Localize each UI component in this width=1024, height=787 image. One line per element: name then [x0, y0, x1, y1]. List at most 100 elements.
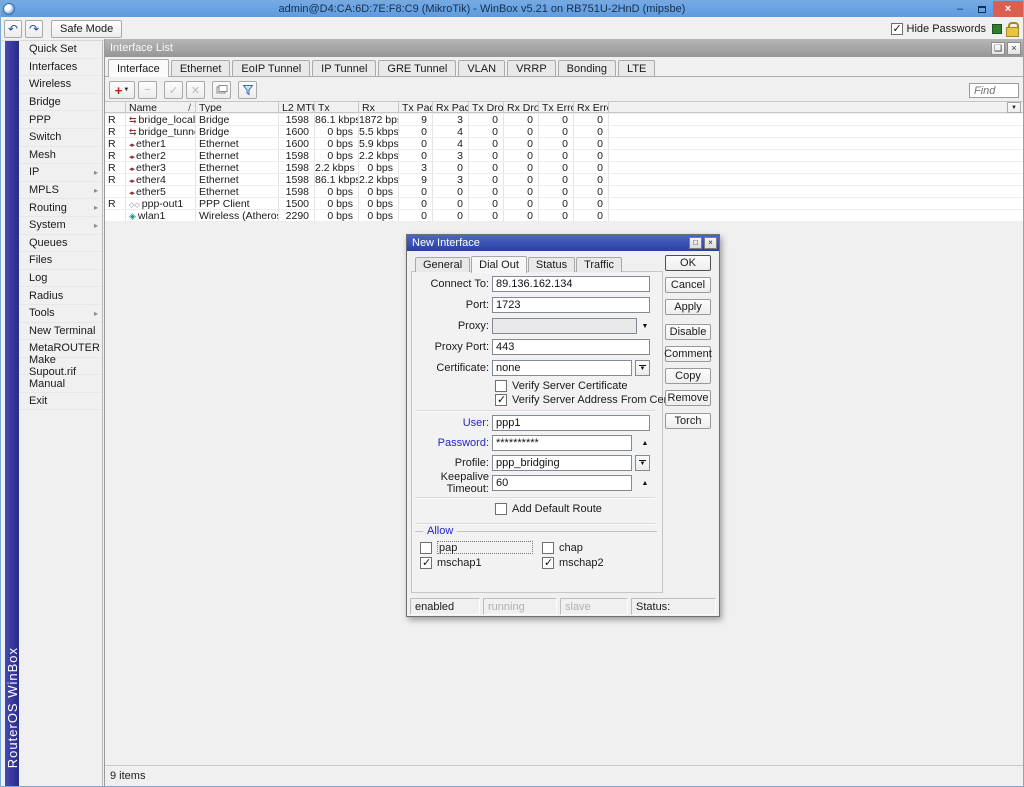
table-row[interactable]: R⇆bridge_tunnelBridge16000 bps5.5 kbps04…: [105, 126, 1023, 138]
close-button[interactable]: ×: [993, 1, 1023, 17]
dialog-tab-general[interactable]: General: [415, 257, 470, 272]
tab-bonding[interactable]: Bonding: [558, 60, 616, 76]
undo-button[interactable]: ↶: [4, 20, 22, 38]
proxy-combo[interactable]: [492, 318, 637, 334]
remove-button[interactable]: Remove: [665, 390, 711, 406]
cancel-button[interactable]: Cancel: [665, 277, 711, 293]
tab-gre-tunnel[interactable]: GRE Tunnel: [378, 60, 456, 76]
chap-checkbox[interactable]: [542, 542, 554, 554]
column-header-rx-pac[interactable]: Rx Pac...: [433, 102, 469, 112]
sidebar-item-routing[interactable]: Routing▸: [19, 199, 102, 217]
column-header-name[interactable]: Name/: [126, 102, 196, 112]
column-header-tx-drops[interactable]: Tx Drops: [469, 102, 504, 112]
table-row[interactable]: R⇆bridge_localBridge159886.1 kbps1872 bp…: [105, 114, 1023, 126]
add-interface-button[interactable]: +▼: [109, 81, 135, 99]
copy-button[interactable]: Copy: [665, 368, 711, 384]
tab-vlan[interactable]: VLAN: [458, 60, 505, 76]
column-header-state[interactable]: [105, 102, 126, 112]
port-input[interactable]: [492, 297, 650, 313]
sidebar-item-queues[interactable]: Queues: [19, 235, 102, 253]
column-selector-dropdown[interactable]: ▼: [1007, 102, 1021, 113]
sidebar-item-interfaces[interactable]: Interfaces: [19, 59, 102, 77]
sidebar-item-ip[interactable]: IP▸: [19, 164, 102, 182]
table-row[interactable]: R◂▸ether2Ethernet15980 bps2.2 kbps030000: [105, 150, 1023, 162]
hide-passwords-checkbox[interactable]: [891, 23, 903, 35]
column-header-tx-errors[interactable]: Tx Errors: [539, 102, 574, 112]
comment-button[interactable]: [212, 81, 231, 99]
column-header-rx-drops[interactable]: Rx Drops: [504, 102, 539, 112]
minimize-button[interactable]: –: [949, 1, 971, 17]
sidebar-item-quick-set[interactable]: Quick Set: [19, 41, 102, 59]
redo-button[interactable]: ↷: [25, 20, 43, 38]
remove-interface-button[interactable]: −: [138, 81, 157, 99]
sidebar-item-radius[interactable]: Radius: [19, 287, 102, 305]
sidebar-item-mpls[interactable]: MPLS▸: [19, 182, 102, 200]
enable-button[interactable]: ✓: [164, 81, 183, 99]
proxy-port-input[interactable]: [492, 339, 650, 355]
sidebar-item-system[interactable]: System▸: [19, 217, 102, 235]
sidebar-item-files[interactable]: Files: [19, 252, 102, 270]
sidebar-item-tools[interactable]: Tools▸: [19, 305, 102, 323]
pap-checkbox[interactable]: [420, 542, 432, 554]
column-header-tx[interactable]: Tx: [315, 102, 359, 112]
dialog-tab-status[interactable]: Status: [528, 257, 575, 272]
password-input[interactable]: [492, 435, 632, 451]
dialog-close-button[interactable]: ×: [704, 237, 717, 249]
sidebar-item-make-supout-rif[interactable]: Make Supout.rif: [19, 358, 102, 376]
dialog-tab-traffic[interactable]: Traffic: [576, 257, 622, 272]
sidebar-item-wireless[interactable]: Wireless: [19, 76, 102, 94]
column-header-rx-errors[interactable]: Rx Errors: [574, 102, 609, 112]
column-header-rx[interactable]: Rx: [359, 102, 399, 112]
sidebar-item-new-terminal[interactable]: New Terminal: [19, 323, 102, 341]
column-header-l2-mtu[interactable]: L2 MTU: [279, 102, 315, 112]
restore-button[interactable]: [971, 1, 993, 17]
table-row[interactable]: R◂▸ether1Ethernet16000 bps5.9 kbps040000: [105, 138, 1023, 150]
column-header-type[interactable]: Type: [196, 102, 279, 112]
mschap1-checkbox[interactable]: [420, 557, 432, 569]
profile-input[interactable]: [492, 455, 632, 471]
dialog-maximize-button[interactable]: □: [689, 237, 702, 249]
tab-interface[interactable]: Interface: [108, 59, 169, 77]
sidebar-item-switch[interactable]: Switch: [19, 129, 102, 147]
user-input[interactable]: [492, 415, 650, 431]
profile-list-button[interactable]: ▼: [635, 455, 650, 471]
sidebar-item-bridge[interactable]: Bridge: [19, 94, 102, 112]
verify-addr-checkbox[interactable]: [495, 394, 507, 406]
sidebar-item-mesh[interactable]: Mesh: [19, 147, 102, 165]
comment-button[interactable]: Comment: [665, 346, 711, 362]
sidebar-item-exit[interactable]: Exit: [19, 393, 102, 411]
interface-list-restore-button[interactable]: ❑: [991, 42, 1005, 55]
table-row[interactable]: R◂▸ether4Ethernet159886.1 kbps2.2 kbps93…: [105, 174, 1023, 186]
certificate-input[interactable]: [492, 360, 632, 376]
table-row[interactable]: ◈wlan1Wireless (Atheros 11N)22900 bps0 b…: [105, 210, 1023, 222]
table-row[interactable]: R◇◇ppp-out1PPP Client15000 bps0 bps00000…: [105, 198, 1023, 210]
password-expand-icon[interactable]: ▲: [639, 440, 651, 447]
sidebar-item-log[interactable]: Log: [19, 270, 102, 288]
tab-lte[interactable]: LTE: [618, 60, 655, 76]
dialog-tab-dial-out[interactable]: Dial Out: [471, 256, 527, 273]
torch-button[interactable]: Torch: [665, 413, 711, 429]
mschap2-checkbox[interactable]: [542, 557, 554, 569]
apply-button[interactable]: Apply: [665, 299, 711, 315]
interface-list-close-button[interactable]: ×: [1007, 42, 1021, 55]
table-row[interactable]: ◂▸ether5Ethernet15980 bps0 bps000000: [105, 186, 1023, 198]
safe-mode-button[interactable]: Safe Mode: [51, 20, 122, 38]
column-header-tx-pac[interactable]: Tx Pac...: [399, 102, 433, 112]
table-row[interactable]: R◂▸ether3Ethernet15982.2 kbps0 bps300000: [105, 162, 1023, 174]
connect-to-input[interactable]: [492, 276, 650, 292]
keepalive-input[interactable]: [492, 475, 632, 491]
find-input[interactable]: [969, 83, 1019, 98]
tab-ethernet[interactable]: Ethernet: [171, 60, 231, 76]
tab-eoip-tunnel[interactable]: EoIP Tunnel: [232, 60, 310, 76]
sidebar-item-ppp[interactable]: PPP: [19, 111, 102, 129]
tab-vrrp[interactable]: VRRP: [507, 60, 556, 76]
ok-button[interactable]: OK: [665, 255, 711, 271]
verify-cert-checkbox[interactable]: [495, 380, 507, 392]
keepalive-expand-icon[interactable]: ▲: [639, 480, 651, 487]
filter-button[interactable]: [238, 81, 257, 99]
tab-ip-tunnel[interactable]: IP Tunnel: [312, 60, 376, 76]
disable-button[interactable]: ✕: [186, 81, 205, 99]
proxy-dropdown-icon[interactable]: ▼: [639, 323, 651, 330]
add-default-route-checkbox[interactable]: [495, 503, 507, 515]
certificate-list-button[interactable]: ▼: [635, 360, 650, 376]
